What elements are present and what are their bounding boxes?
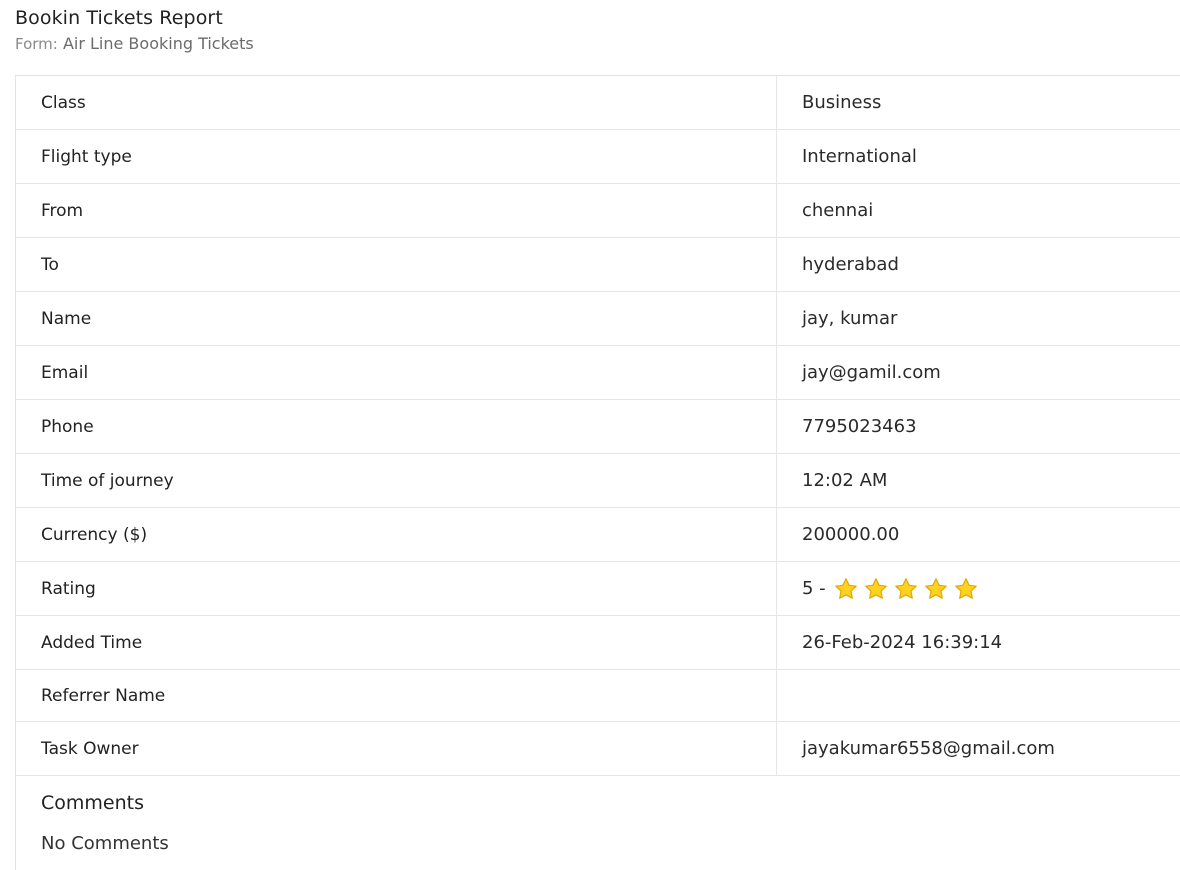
rating-value: 5 -	[802, 578, 826, 599]
field-row-to: To hyderabad	[16, 238, 1180, 292]
star-icon	[924, 577, 947, 599]
field-value: 26-Feb-2024 16:39:14	[802, 632, 1003, 653]
field-label: Task Owner	[16, 722, 777, 775]
field-value: jay, kumar	[802, 308, 898, 329]
field-row-time-of-journey: Time of journey 12:02 AM	[16, 454, 1180, 508]
field-label: To	[16, 238, 777, 291]
field-label: Email	[16, 346, 777, 399]
star-icon	[864, 577, 887, 599]
field-label: Referrer Name	[16, 670, 777, 721]
field-label: Class	[16, 76, 777, 129]
field-row-phone: Phone 7795023463	[16, 400, 1180, 454]
record-details-panel: Class Business Flight type International…	[15, 75, 1180, 870]
field-value	[777, 670, 1180, 721]
field-value: jayakumar6558@gmail.com	[802, 738, 1055, 759]
field-row-referrer-name: Referrer Name	[16, 670, 1180, 722]
field-label: Name	[16, 292, 777, 345]
star-icon	[894, 577, 917, 599]
form-subtitle: Form: Air Line Booking Tickets	[15, 33, 254, 55]
field-row-currency: Currency ($) 200000.00	[16, 508, 1180, 562]
field-row-name: Name jay, kumar	[16, 292, 1180, 346]
field-value: 12:02 AM	[802, 470, 888, 491]
rating-stars	[834, 577, 984, 601]
field-row-from: From chennai	[16, 184, 1180, 238]
field-value: jay@gamil.com	[802, 362, 941, 383]
field-row-rating: Rating 5 -	[16, 562, 1180, 616]
field-label: Added Time	[16, 616, 777, 669]
field-label: From	[16, 184, 777, 237]
field-value: International	[802, 146, 917, 167]
field-value: hyderabad	[802, 254, 899, 275]
comments-text: No Comments	[41, 833, 169, 854]
field-row-added-time: Added Time 26-Feb-2024 16:39:14	[16, 616, 1180, 670]
form-name: Air Line Booking Tickets	[62, 34, 254, 53]
field-label: Currency ($)	[16, 508, 777, 561]
field-value-rating: 5 -	[777, 562, 1180, 615]
field-label: Phone	[16, 400, 777, 453]
field-label: Time of journey	[16, 454, 777, 507]
field-value: chennai	[802, 200, 874, 221]
field-value: 200000.00	[802, 524, 900, 545]
star-icon	[834, 577, 857, 599]
field-value: Business	[802, 92, 882, 113]
field-row-task-owner: Task Owner jayakumar6558@gmail.com	[16, 722, 1180, 776]
field-row-class: Class Business	[16, 76, 1180, 130]
comments-section: Comments No Comments	[16, 776, 1180, 855]
form-prefix: Form:	[15, 35, 58, 53]
field-row-flight-type: Flight type International	[16, 130, 1180, 184]
report-page: Bookin Tickets Report Form: Air Line Boo…	[0, 0, 1180, 870]
report-header: Bookin Tickets Report Form: Air Line Boo…	[15, 6, 254, 55]
field-row-email: Email jay@gamil.com	[16, 346, 1180, 400]
field-label: Rating	[16, 562, 777, 615]
field-value: 7795023463	[802, 416, 917, 437]
comments-title: Comments	[41, 792, 144, 814]
page-title: Bookin Tickets Report	[15, 7, 223, 29]
star-icon	[954, 577, 977, 599]
field-label: Flight type	[16, 130, 777, 183]
